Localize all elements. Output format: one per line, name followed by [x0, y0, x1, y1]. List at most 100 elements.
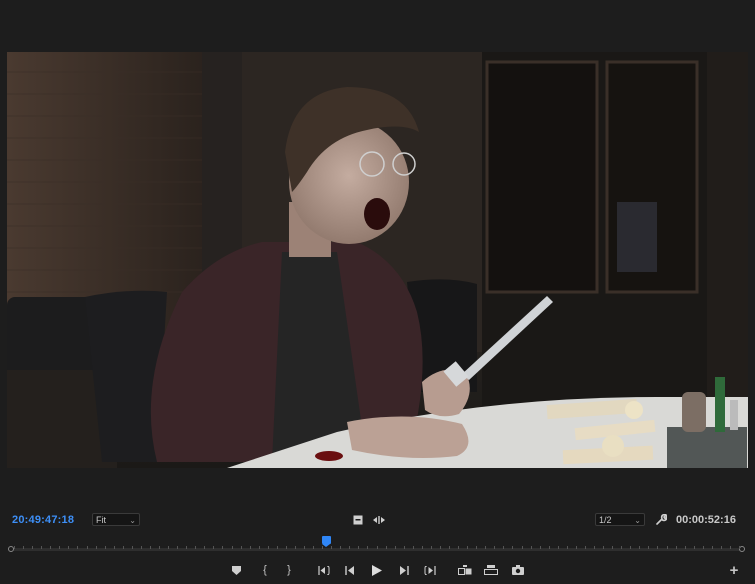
ruler-tick [521, 546, 523, 549]
mark-in-icon[interactable]: { [256, 562, 274, 578]
camera-icon[interactable] [509, 562, 527, 578]
ruler-tick [32, 546, 34, 549]
step-back-icon[interactable] [341, 562, 359, 578]
ruler-tick [222, 546, 224, 549]
mark-out-icon[interactable]: } [280, 562, 298, 578]
ruler-tick [476, 546, 478, 549]
ruler-tick [421, 546, 423, 549]
overwrite-icon[interactable] [482, 562, 500, 578]
ruler-tick [403, 546, 405, 549]
ruler-tick [639, 546, 641, 549]
ruler-tick [122, 546, 124, 549]
ruler-tick [575, 546, 577, 549]
ruler-tick [276, 546, 278, 549]
ruler-tick [657, 546, 659, 549]
safe-margins-icon[interactable] [352, 513, 364, 526]
ruler-tick [394, 546, 396, 549]
ruler-tick [285, 546, 287, 549]
step-forward-icon[interactable] [395, 562, 413, 578]
playback-resolution-select[interactable]: 1/2 ⌄ [595, 513, 645, 526]
ruler-tick [449, 546, 450, 549]
ruler-tick [249, 546, 251, 549]
ruler-tick [231, 546, 233, 549]
ruler-tick [729, 546, 731, 549]
ruler-tick [512, 546, 514, 549]
ruler-tick [630, 546, 632, 549]
ruler-tick [539, 546, 541, 549]
ruler-tick [603, 546, 605, 549]
ruler-tick [41, 546, 43, 549]
ruler-tick [168, 546, 170, 549]
ruler-tick [322, 546, 324, 549]
video-frame[interactable] [7, 52, 748, 468]
ruler-tick [77, 546, 79, 549]
ruler-tick [258, 546, 260, 549]
ruler-tick [439, 546, 441, 549]
playhead[interactable] [321, 536, 331, 547]
ruler-tick [385, 546, 387, 549]
add-marker-icon[interactable] [227, 562, 245, 578]
ruler-tick [140, 546, 142, 549]
go-to-in-icon[interactable] [315, 562, 333, 578]
monitor-controls: 20:49:47:18 Fit ⌄ 1/2 ⌄ 00:00:52:16 [0, 508, 755, 532]
ruler-tick [340, 546, 342, 549]
panel-header [0, 0, 755, 52]
ruler-tick [23, 546, 25, 549]
ruler-tick [131, 546, 133, 549]
ruler-tick [739, 546, 740, 549]
ruler-tick [530, 546, 532, 549]
ruler-tick [159, 546, 160, 549]
ruler-tick [702, 546, 704, 549]
ruler-tick [648, 546, 650, 549]
ruler-tick [68, 546, 70, 549]
ruler-tick [304, 546, 305, 549]
ruler-tick [331, 546, 333, 549]
ruler-tick [612, 546, 614, 549]
video-frame-image [7, 52, 748, 468]
zoom-level-select[interactable]: Fit ⌄ [92, 513, 140, 526]
ruler-tick [494, 546, 496, 549]
ruler-tick [485, 546, 487, 549]
playback-resolution-value: 1/2 [599, 515, 612, 525]
insert-icon[interactable] [456, 562, 474, 578]
duration-timecode: 00:00:52:16 [676, 514, 736, 526]
chevron-down-icon: ⌄ [129, 516, 136, 525]
ruler-tick [412, 546, 414, 549]
ruler-tick [186, 546, 188, 549]
toggle-proxies-icon[interactable] [372, 513, 386, 526]
ruler-tick [720, 546, 722, 549]
ruler-tick [86, 546, 88, 549]
ruler-tick [675, 546, 677, 549]
transport-controls: { } [0, 559, 755, 581]
wrench-icon[interactable] [654, 513, 668, 526]
ruler-tick [267, 546, 269, 549]
ruler-tick [213, 546, 215, 549]
ruler-tick [14, 546, 15, 549]
ruler-tick [376, 546, 378, 549]
ruler-tick [204, 546, 206, 549]
ruler-tick [666, 546, 668, 549]
go-to-out-icon[interactable] [421, 562, 439, 578]
play-icon[interactable] [368, 562, 386, 578]
zoom-level-value: Fit [96, 515, 106, 525]
ruler-tick [711, 546, 713, 549]
ruler-tick [313, 546, 315, 549]
ruler-tick [195, 546, 197, 549]
ruler-tick [684, 546, 686, 549]
ruler-tick [358, 546, 360, 549]
ruler-tick [430, 546, 432, 549]
ruler-tick [548, 546, 550, 549]
time-ruler[interactable] [8, 534, 745, 552]
ruler-tick [594, 546, 595, 549]
current-timecode[interactable]: 20:49:47:18 [12, 514, 74, 526]
ruler-tick [50, 546, 52, 549]
ruler-tick [584, 546, 586, 549]
ruler-tick [59, 546, 61, 549]
ruler-tick [467, 546, 469, 549]
ruler-tick [349, 546, 351, 549]
ruler-tick [177, 546, 179, 549]
ruler-tick [458, 546, 460, 549]
ruler-tick [621, 546, 623, 549]
ruler-tick [294, 546, 296, 549]
ruler-tick [149, 546, 151, 549]
